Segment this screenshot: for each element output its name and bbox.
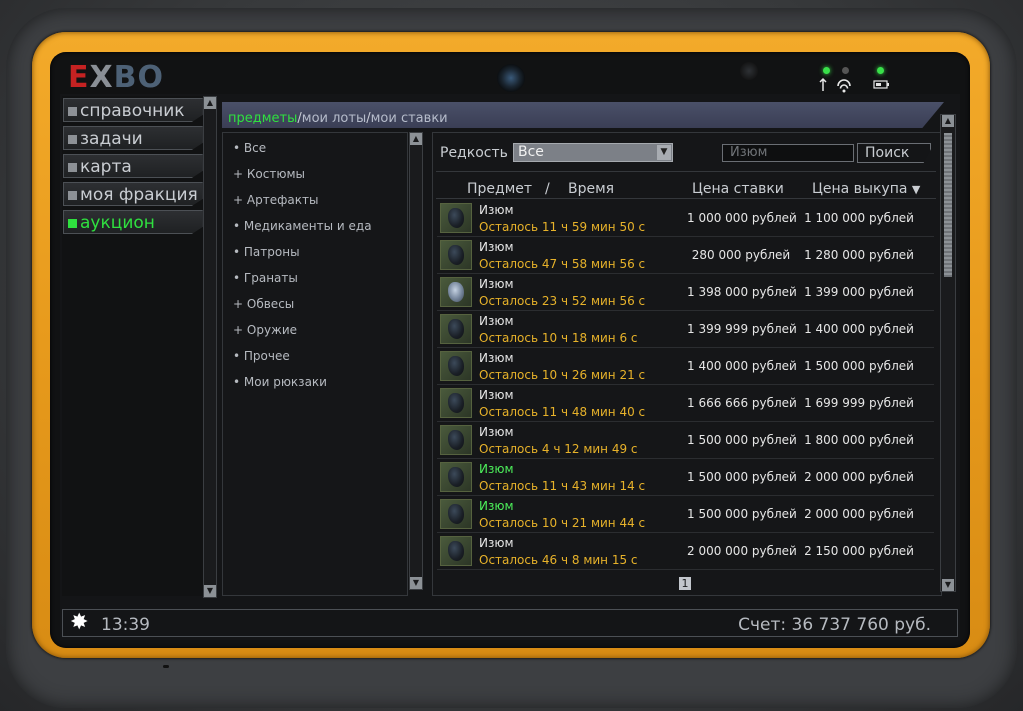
table-row[interactable]: Изюм Осталось 11 ч 43 мин 14 с 1 500 000… [437,459,934,496]
table-row[interactable]: Изюм Осталось 11 ч 48 мин 40 с 1 666 666… [437,385,934,422]
chevron-down-icon: ▼ [657,145,671,160]
speaker-dot [163,665,169,668]
category-item[interactable]: • Патроны [233,245,300,259]
category-item[interactable]: + Оружие [233,323,297,337]
category-item[interactable]: • Медикаменты и еда [233,219,372,233]
category-item[interactable]: • Гранаты [233,271,298,285]
rarity-label: Редкость [440,145,508,161]
camera-icon [497,64,525,92]
artifact-dark-icon [440,462,472,492]
rarity-select[interactable]: Все ▼ [513,143,673,162]
artifact-dark-icon [440,536,472,566]
scroll-up-icon[interactable]: ▲ [410,133,422,145]
scroll-up-icon[interactable]: ▲ [942,115,954,127]
artifact-dark-icon [440,203,472,233]
table-row[interactable]: Изюм Осталось 4 ч 12 мин 49 с 1 500 000 … [437,422,934,459]
square-icon [68,135,77,144]
search-button[interactable]: Поиск [857,143,931,163]
divider [436,171,936,172]
column-header-separator: / [545,181,550,197]
column-header-buyout[interactable]: Цена выкупа ▼ [812,181,920,197]
table-row[interactable]: Изюм Осталось 11 ч 59 мин 50 с 1 000 000… [437,200,934,237]
sensor-icon [740,62,758,80]
scroll-down-icon[interactable]: ▼ [942,579,954,591]
scroll-up-icon[interactable]: ▲ [204,97,216,109]
tab-my-bids[interactable]: мои ставки [371,111,448,126]
exbo-logo: EXBO [68,60,165,95]
table-row[interactable]: Изюм Осталось 47 ч 58 мин 56 с 280 000 р… [437,237,934,274]
scroll-thumb[interactable] [944,133,952,277]
sun-icon: ✸ [70,610,89,635]
clock: 13:39 [101,615,150,635]
page-number-button[interactable]: 1 [679,577,691,590]
square-icon [68,191,77,200]
table-row[interactable]: Изюм Осталось 10 ч 18 мин 6 с 1 399 999 … [437,311,934,348]
artifact-dark-icon [440,314,472,344]
sidebar-scrollbar[interactable]: ▲ ▼ [203,96,217,598]
led-indicator [823,67,830,74]
square-icon [68,219,77,228]
category-item[interactable]: + Костюмы [233,167,305,181]
category-scrollbar[interactable]: ▲ ▼ [409,132,423,590]
led-indicator [842,67,849,74]
breadcrumb: предметы/мои лоты/мои ставки [228,111,448,126]
led-indicator [877,67,884,74]
tab-my-lots[interactable]: мои лоты [302,111,366,126]
square-icon [68,107,77,116]
category-item[interactable]: + Обвесы [233,297,294,311]
sort-arrow-icon: ▼ [911,183,921,196]
artifact-light-icon [440,277,472,307]
battery-icon [873,80,889,89]
sidebar-item-reference[interactable]: справочник [63,98,203,122]
scroll-down-icon[interactable]: ▼ [204,585,216,597]
column-header-bid[interactable]: Цена ставки [692,181,784,197]
artifact-dark-icon [440,425,472,455]
wifi-icon [819,77,851,93]
sidebar-item-faction[interactable]: моя фракция [63,182,203,206]
sidebar-item-tasks[interactable]: задачи [63,126,203,150]
artifact-dark-icon [440,240,472,270]
table-row[interactable]: Изюм Осталось 23 ч 52 мин 56 с 1 398 000… [437,274,934,311]
square-icon [68,163,77,172]
artifact-dark-icon [440,499,472,529]
sidebar-item-map[interactable]: карта [63,154,203,178]
column-header-time[interactable]: Время [568,181,614,197]
divider [436,198,936,199]
account-balance: Счет: 36 737 760 руб. [738,615,931,635]
search-input[interactable]: Изюм [722,144,854,162]
column-header-item[interactable]: Предмет [467,181,532,197]
category-item[interactable]: • Мои рюкзаки [233,375,327,389]
table-row[interactable]: Изюм Осталось 10 ч 26 мин 21 с 1 400 000… [437,348,934,385]
category-item[interactable]: + Артефакты [233,193,318,207]
scroll-down-icon[interactable]: ▼ [410,577,422,589]
category-item[interactable]: • Все [233,141,266,155]
artifact-dark-icon [440,351,472,381]
sidebar-item-auction[interactable]: аукцион [63,210,203,234]
table-row[interactable]: Изюм Осталось 10 ч 21 мин 44 с 1 500 000… [437,496,934,533]
tab-items[interactable]: предметы [228,111,297,126]
table-row[interactable]: Изюм Осталось 46 ч 8 мин 15 с 2 000 000 … [437,533,934,570]
artifact-dark-icon [440,388,472,418]
category-item[interactable]: • Прочее [233,349,290,363]
list-scrollbar[interactable]: ▲ ▼ [940,114,956,592]
